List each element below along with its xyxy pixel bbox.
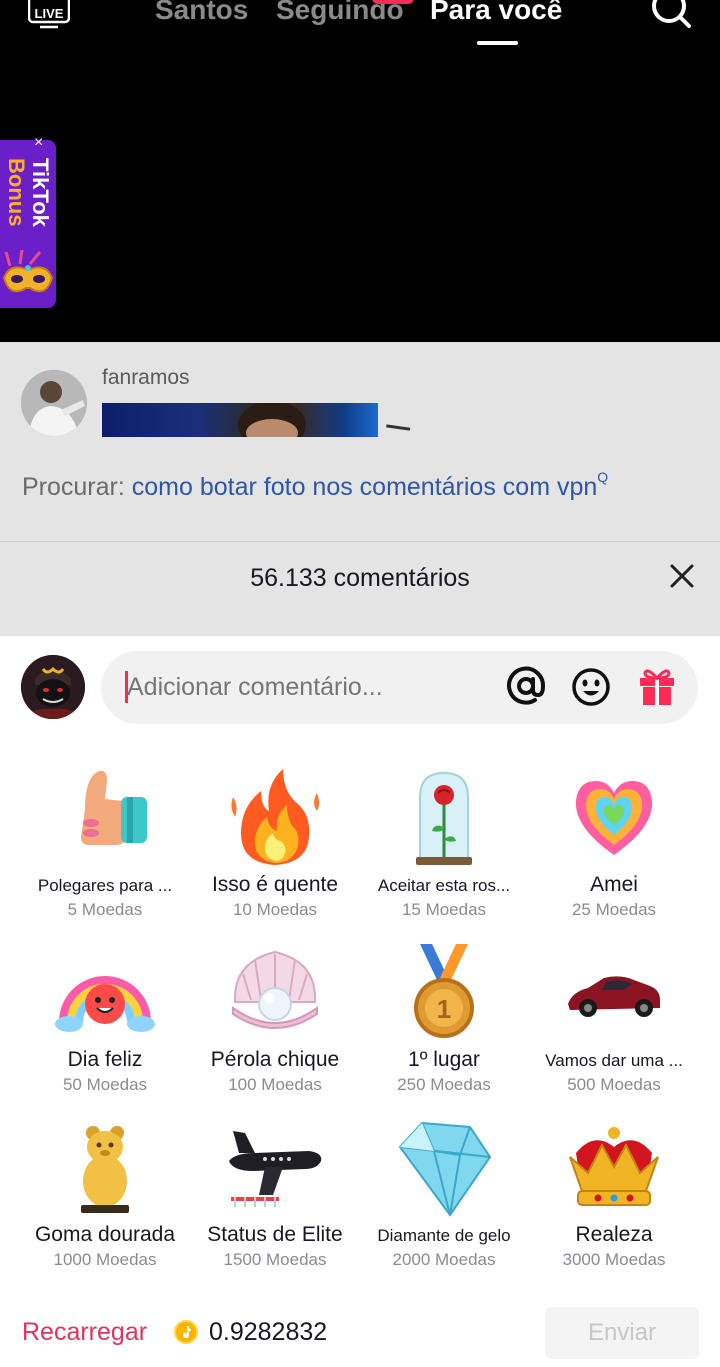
gift-price: 5 Moedas	[67, 900, 143, 919]
gift-sheet: Polegares para ... 5 Moedas Isso é quent…	[0, 636, 720, 1367]
gift-item[interactable]: Goma dourada 1000 Moedas	[20, 1117, 190, 1277]
gift-name: Vamos dar uma ...	[545, 1051, 683, 1070]
notification-dot	[372, 0, 414, 4]
video-preview-panel: fanramos Procurar: como botar foto nos c…	[0, 342, 720, 542]
recharge-button[interactable]: Recarregar	[22, 1318, 147, 1347]
tab-para-voce[interactable]: Para você	[430, 0, 562, 26]
gift-name: Status de Elite	[207, 1223, 343, 1246]
rose-dome-icon	[416, 771, 472, 865]
gift-price: 250 Moedas	[397, 1075, 491, 1094]
search-suggestion-label: Procurar:	[22, 473, 125, 501]
live-label: LIVE	[35, 6, 64, 21]
bonus-line-1: TikTok	[28, 158, 53, 227]
gift-name: Isso é quente	[211, 873, 339, 896]
comments-count-title: 56.133 comentários	[250, 564, 470, 592]
gift-name: Goma dourada	[34, 1223, 176, 1246]
gold-medal-icon: 1	[414, 944, 474, 1038]
tab-santos[interactable]: Santos	[155, 0, 248, 26]
gift-item[interactable]: Pérola chique 100 Moedas	[190, 942, 360, 1102]
mention-icon[interactable]	[505, 665, 547, 707]
gift-item[interactable]: Status de Elite 1500 Moedas	[190, 1117, 360, 1277]
close-icon[interactable]	[668, 562, 696, 590]
gift-price: 10 Moedas	[232, 900, 318, 919]
gift-item[interactable]: Polegares para ... 5 Moedas	[20, 767, 190, 927]
gift-price: 100 Moedas	[228, 1075, 322, 1094]
thumbs-up-icon	[81, 770, 147, 845]
sports-car-icon	[568, 976, 660, 1017]
private-jet-icon	[229, 1131, 322, 1207]
search-suggestion-query[interactable]: como botar foto nos comentários com vpn	[132, 473, 598, 501]
send-button[interactable]: Enviar	[545, 1307, 699, 1359]
gift-name: Pérola chique	[210, 1048, 340, 1071]
gift-name: Dia feliz	[67, 1048, 143, 1071]
rainbow-heart-icon	[575, 781, 653, 855]
gift-item[interactable]: Realeza 3000 Moedas	[529, 1117, 699, 1277]
search-suggestion[interactable]: Procurar: como botar foto nos comentário…	[22, 469, 608, 502]
comment-input[interactable]	[127, 673, 487, 702]
gift-price: 500 Moedas	[567, 1075, 661, 1094]
svg-text:1: 1	[437, 994, 451, 1024]
emoji-icon[interactable]	[571, 667, 611, 707]
coin-balance: 0.9282832	[209, 1318, 328, 1346]
video-area[interactable]: LIVE Santos Seguindo Para você TikTok Bo…	[0, 0, 720, 342]
bonus-close-button[interactable]: ×	[34, 135, 43, 151]
user-avatar-image	[21, 655, 85, 719]
gift-price: 15 Moedas	[401, 900, 487, 919]
user-avatar[interactable]	[21, 655, 85, 719]
gift-name: Aceitar esta ros...	[377, 876, 511, 895]
tiktok-note-icon	[183, 1326, 191, 1338]
search-suggestion-icon: Q	[597, 469, 609, 485]
gift-name: Polegares para ...	[37, 876, 173, 895]
gift-price: 1500 Moedas	[223, 1250, 327, 1269]
comments-header: 56.133 comentários	[0, 542, 720, 636]
creator-avatar[interactable]	[21, 370, 87, 436]
gift-item[interactable]: 1 1º lugar 250 Moedas	[359, 942, 529, 1102]
gift-price: 1000 Moedas	[53, 1250, 157, 1269]
gift-price: 50 Moedas	[62, 1075, 148, 1094]
bonus-text: TikTok Bonus	[2, 158, 56, 258]
fire-icon	[231, 769, 319, 865]
tiktok-bonus-banner[interactable]: TikTok Bonus	[0, 140, 56, 308]
ice-diamond-icon	[398, 1121, 492, 1217]
gift-item[interactable]: Amei 25 Moedas	[529, 767, 699, 927]
gift-icon[interactable]	[637, 665, 677, 707]
gift-item[interactable]: Vamos dar uma ... 500 Moedas	[529, 942, 699, 1102]
thumbnail-image	[238, 403, 306, 437]
rainbow-sun-icon	[55, 976, 155, 1032]
gift-name: Realeza	[575, 1223, 653, 1246]
gift-name: Diamante de gelo	[377, 1226, 511, 1245]
pearl-shell-icon	[232, 950, 318, 1029]
player-photo	[21, 370, 87, 436]
gift-name: Amei	[590, 873, 638, 896]
gift-item[interactable]: Diamante de gelo 2000 Moedas	[359, 1117, 529, 1277]
comment-input-box[interactable]	[101, 651, 698, 724]
carnival-mask-icon	[2, 249, 54, 293]
video-caption-thumbnail	[102, 403, 378, 437]
creator-username[interactable]: fanramos	[102, 366, 190, 390]
search-icon[interactable]	[648, 0, 692, 34]
bonus-line-2: Bonus	[4, 158, 29, 227]
gift-item[interactable]: Isso é quente 10 Moedas	[190, 767, 360, 927]
coin-icon	[174, 1320, 198, 1344]
gift-item[interactable]: Aceitar esta ros... 15 Moedas	[359, 767, 529, 927]
gift-price: 25 Moedas	[571, 900, 657, 919]
gift-price: 3000 Moedas	[562, 1250, 666, 1269]
active-tab-indicator	[477, 41, 518, 45]
gift-item[interactable]: Dia feliz 50 Moedas	[20, 942, 190, 1102]
caption-mark	[385, 424, 411, 434]
gummy-bear-icon	[81, 1126, 129, 1213]
gift-price: 2000 Moedas	[392, 1250, 496, 1269]
gift-name: 1º lugar	[408, 1048, 480, 1071]
crown-icon	[569, 1127, 659, 1206]
live-icon[interactable]: LIVE	[28, 0, 70, 30]
